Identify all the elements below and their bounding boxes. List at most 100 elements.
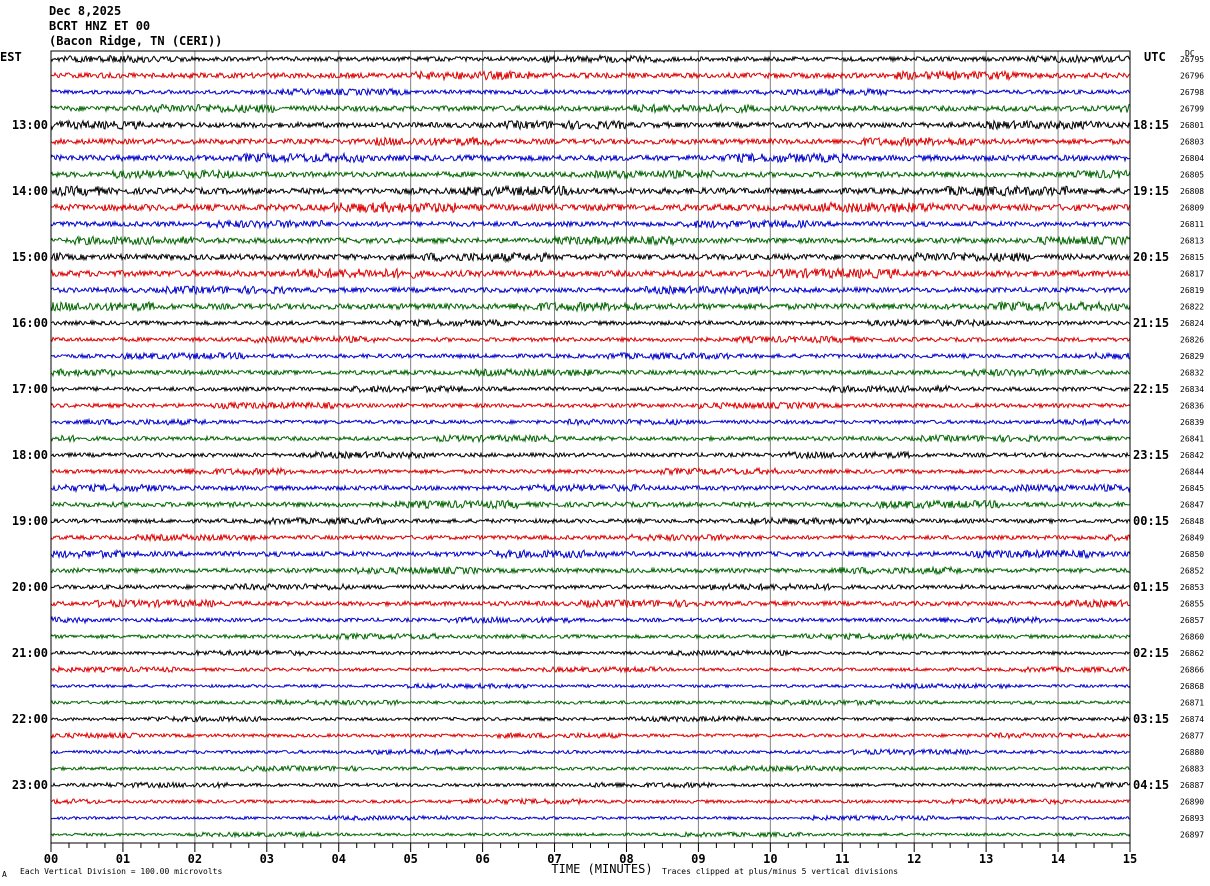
- dc-offset-label: 26834: [1180, 385, 1204, 394]
- dc-offset-label: 26862: [1180, 649, 1204, 658]
- trace-row-39: [50, 698, 1131, 707]
- right-hour-label: 04:15: [1133, 778, 1169, 792]
- dc-offset-label: 26847: [1180, 501, 1204, 510]
- trace-row-19: [50, 367, 1131, 378]
- trace-row-12: [50, 251, 1131, 264]
- trace-row-34: [50, 615, 1131, 625]
- dc-offset-label: 26819: [1180, 286, 1204, 295]
- trace-row-23: [50, 433, 1131, 444]
- trace-row-4: [50, 119, 1131, 131]
- right-hour-label: 18:15: [1133, 118, 1169, 132]
- dc-offset-label: 26801: [1180, 121, 1204, 130]
- left-hour-label: 19:00: [12, 514, 48, 528]
- x-tick-label-02: 02: [188, 852, 202, 866]
- left-hour-label: 14:00: [12, 184, 48, 198]
- dc-offset-label: 26841: [1180, 435, 1204, 444]
- left-hour-label: 21:00: [12, 646, 48, 660]
- x-tick-label-15: 15: [1123, 852, 1137, 866]
- right-hour-label: 19:15: [1133, 184, 1169, 198]
- trace-row-42: [50, 747, 1131, 757]
- x-tick-label-03: 03: [260, 852, 274, 866]
- dc-offset-label: 26832: [1180, 369, 1204, 378]
- dc-offset-label: 26805: [1180, 171, 1204, 180]
- left-hour-label: 23:00: [12, 778, 48, 792]
- trace-row-38: [50, 681, 1131, 691]
- dc-offset-label: 26836: [1180, 402, 1204, 411]
- right-hour-label: 22:15: [1133, 382, 1169, 396]
- left-hour-label: 13:00: [12, 118, 48, 132]
- left-hour-label: 17:00: [12, 382, 48, 396]
- trace-row-44: [50, 780, 1131, 790]
- dc-offset-label: 26842: [1180, 451, 1204, 460]
- trace-layer: [50, 53, 1131, 839]
- trace-row-41: [50, 731, 1131, 740]
- trace-row-27: [50, 499, 1131, 510]
- dc-offset-label: 26815: [1180, 253, 1204, 262]
- right-hour-label: 03:15: [1133, 712, 1169, 726]
- trace-row-7: [50, 168, 1131, 180]
- dc-offset-label: 26822: [1180, 303, 1204, 312]
- dc-offset-label: 26887: [1180, 781, 1204, 790]
- trace-row-6: [50, 151, 1131, 164]
- dc-offset-label: 26798: [1180, 88, 1204, 97]
- dc-offset-label: 26852: [1180, 567, 1204, 576]
- right-hour-label: 00:15: [1133, 514, 1169, 528]
- trace-row-15: [50, 300, 1131, 313]
- left-hour-label: 22:00: [12, 712, 48, 726]
- plot-frame: [50, 50, 1131, 844]
- x-tick-label-04: 04: [332, 852, 346, 866]
- dc-offset-label: 26844: [1180, 468, 1204, 477]
- right-hour-label: 02:15: [1133, 646, 1169, 660]
- dc-offset-label: 26839: [1180, 418, 1204, 427]
- dc-offset-label: 26874: [1180, 715, 1204, 724]
- left-hour-label: 16:00: [12, 316, 48, 330]
- x-tick-label-12: 12: [907, 852, 921, 866]
- x-tick-label-09: 09: [691, 852, 705, 866]
- trace-row-1: [50, 69, 1131, 82]
- dc-offset-label: 26883: [1180, 765, 1204, 774]
- left-hour-label: 20:00: [12, 580, 48, 594]
- trace-row-18: [50, 351, 1131, 361]
- dc-offset-label: 26860: [1180, 633, 1204, 642]
- dc-offset-label: 26813: [1180, 237, 1204, 246]
- dc-offset-label: 26796: [1180, 72, 1204, 81]
- dc-offset-label: 26850: [1180, 550, 1204, 559]
- dc-offset-label: 26848: [1180, 517, 1204, 526]
- trace-row-21: [50, 400, 1131, 410]
- trace-row-20: [50, 383, 1131, 394]
- dc-offset-label: 26897: [1180, 831, 1204, 840]
- right-hour-label: 23:15: [1133, 448, 1169, 462]
- right-hour-label: 01:15: [1133, 580, 1169, 594]
- dc-offset-label: 26809: [1180, 204, 1204, 213]
- dc-offset-label: 26855: [1180, 600, 1204, 609]
- x-tick-label-14: 14: [1051, 852, 1065, 866]
- trace-row-8: [50, 184, 1131, 198]
- x-tick-label-06: 06: [475, 852, 489, 866]
- dc-offset-label: 26817: [1180, 270, 1204, 279]
- x-tick-label-01: 01: [116, 852, 130, 866]
- trace-row-13: [50, 266, 1131, 280]
- trace-row-3: [50, 103, 1131, 115]
- trace-row-46: [50, 814, 1131, 822]
- right-hour-label: 20:15: [1133, 250, 1169, 264]
- dc-offset-label: 26829: [1180, 352, 1204, 361]
- dc-offset-label: 26893: [1180, 814, 1204, 823]
- trace-row-45: [50, 797, 1131, 806]
- trace-row-24: [50, 449, 1131, 461]
- trace-row-2: [50, 87, 1131, 97]
- dc-offset-label: 26849: [1180, 534, 1204, 543]
- dc-offset-label: 26803: [1180, 138, 1204, 147]
- trace-row-28: [50, 516, 1131, 527]
- trace-row-35: [50, 631, 1131, 642]
- dc-offset-label: 26799: [1180, 105, 1204, 114]
- x-tick-label-10: 10: [763, 852, 777, 866]
- dc-offset-label: 26857: [1180, 616, 1204, 625]
- trace-row-26: [50, 482, 1131, 494]
- x-tick-label-00: 00: [44, 852, 58, 866]
- left-hour-label: 18:00: [12, 448, 48, 462]
- seismogram-plot: 00 01 02 03 04 05 06 07 08 09 10 11 12 13 14 1526795267…: [12, 50, 1204, 876]
- dc-offset-label: 26795: [1180, 55, 1204, 64]
- trace-row-0: [50, 53, 1131, 65]
- dc-offset-label: 26853: [1180, 583, 1204, 592]
- trace-row-5: [50, 136, 1131, 148]
